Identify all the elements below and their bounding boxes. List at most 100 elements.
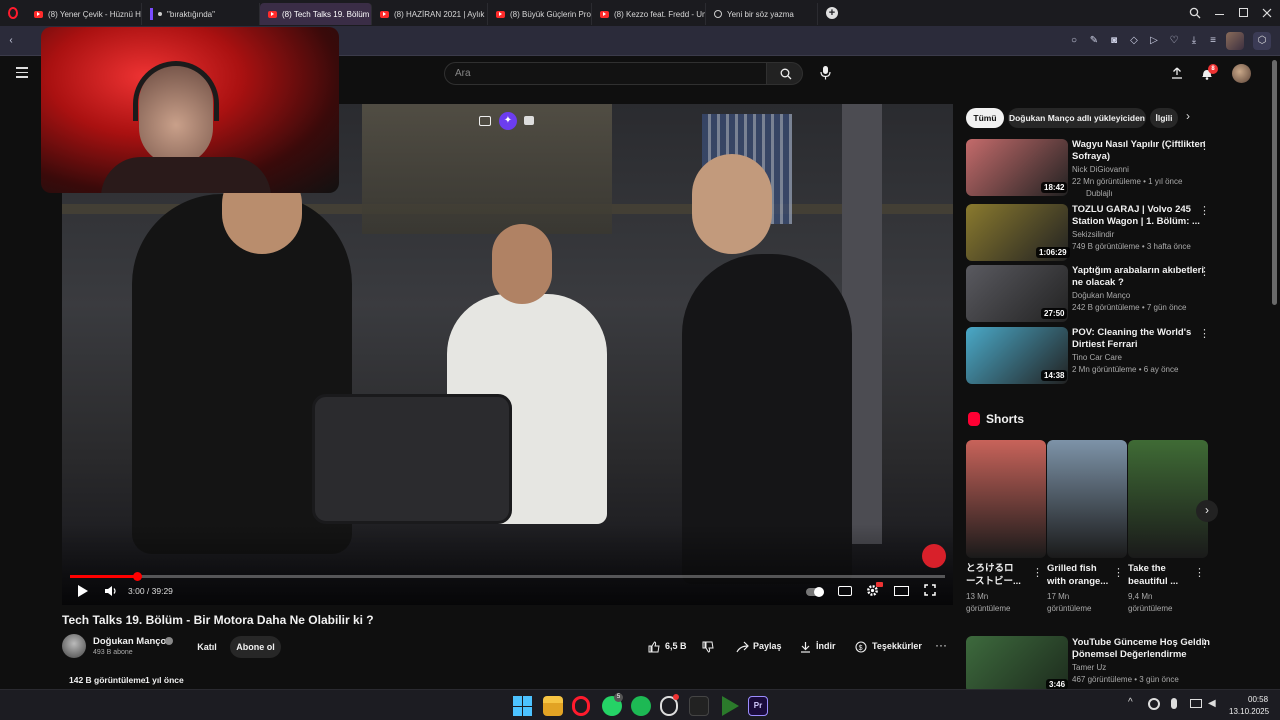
subscribe-button[interactable]: Abone ol: [230, 636, 281, 658]
theater-mode-icon[interactable]: [894, 586, 909, 596]
close-icon[interactable]: [1262, 8, 1272, 18]
url-field[interactable]: [340, 31, 1040, 51]
channel-name[interactable]: Sekizsilindir: [1072, 230, 1114, 239]
short-card[interactable]: Grilled fish with orange... 17 Mn görünt…: [1047, 440, 1127, 620]
short-title[interactable]: とろけるロ: [966, 563, 1014, 575]
terminal-icon[interactable]: [689, 696, 709, 716]
spotify-icon[interactable]: [631, 696, 651, 716]
channel-avatar[interactable]: [62, 634, 86, 658]
upload-icon[interactable]: [1171, 67, 1183, 79]
like-button[interactable]: 6,5 B: [642, 636, 694, 658]
more-options-icon[interactable]: ⋮: [1199, 329, 1210, 340]
shield-icon[interactable]: ◇: [1128, 35, 1140, 47]
fullscreen-icon[interactable]: [924, 584, 936, 596]
video-title-line2[interactable]: Dönemsel Değerlendirme: [1072, 649, 1187, 661]
search-icon[interactable]: [1189, 7, 1201, 19]
channel-name[interactable]: Doğukan Manço: [93, 636, 166, 647]
minimize-icon[interactable]: [1215, 14, 1224, 15]
tab-yener-cevik[interactable]: (8) Yener Çevik - Hüznü H: [26, 3, 142, 25]
channel-name[interactable]: Nick DiGiovanni: [1072, 165, 1129, 174]
speaker-icon[interactable]: ◀: [1208, 698, 1216, 709]
new-tab-button[interactable]: +: [826, 7, 838, 19]
menu-icon[interactable]: ≡: [1207, 35, 1219, 47]
short-title[interactable]: Take the: [1128, 563, 1166, 575]
search-button[interactable]: [766, 62, 803, 85]
short-title-line2[interactable]: beautiful ...: [1128, 576, 1178, 588]
heart-icon[interactable]: ♡: [1168, 35, 1180, 47]
thumbs-down-icon[interactable]: [702, 641, 714, 653]
hamburger-menu-icon[interactable]: [16, 67, 28, 78]
microphone-tray-icon[interactable]: [1171, 698, 1177, 709]
more-options-icon[interactable]: ⋮: [1032, 568, 1043, 579]
profile-avatar[interactable]: [1226, 32, 1244, 50]
back-icon[interactable]: ‹: [5, 35, 17, 47]
search-input[interactable]: Ara: [444, 62, 767, 85]
short-card[interactable]: Take the beautiful ... 9,4 Mn görüntülem…: [1128, 440, 1208, 620]
more-options-icon[interactable]: ⋮: [1199, 141, 1210, 152]
tray-chevron-icon[interactable]: ^: [1128, 697, 1133, 708]
tab-buyuk-gucler[interactable]: (8) Büyük Güçlerin Propag: [488, 3, 592, 25]
miniplayer-button[interactable]: [479, 116, 491, 126]
list-item[interactable]: 27:50 Yaptığım arabaların akıbetleri ne …: [966, 265, 1211, 322]
chip-next-icon[interactable]: ›: [1186, 109, 1190, 123]
short-title-line2[interactable]: ーストビー...: [966, 576, 1021, 588]
video-title-line2[interactable]: Dirtiest Ferrari: [1072, 339, 1137, 351]
short-thumbnail[interactable]: [966, 440, 1046, 558]
tab-biraktiginda[interactable]: "bıraktığında": [142, 3, 260, 25]
media-player-icon[interactable]: [722, 696, 739, 716]
extension-icon[interactable]: ⬡: [1253, 32, 1271, 50]
more-options-icon[interactable]: ⋮: [1199, 206, 1210, 217]
list-item[interactable]: 3:46 YouTube Günceme Hoş Geldin | Dönems…: [966, 636, 1211, 689]
progress-track[interactable]: [70, 575, 945, 578]
tab-haziran-2021[interactable]: (8) HAZİRAN 2021 | Aylık: [372, 3, 488, 25]
lens-icon[interactable]: ○: [1068, 35, 1080, 47]
clock-date[interactable]: 13.10.2025: [1229, 707, 1269, 716]
user-avatar[interactable]: [1232, 64, 1251, 83]
tab-yeni-soz[interactable]: Yeni bir söz yazma: [706, 3, 818, 25]
play-icon[interactable]: [77, 585, 88, 597]
video-title[interactable]: Wagyu Nasıl Yapılır (Çiftlikten: [1072, 139, 1206, 151]
join-button[interactable]: Katıl: [186, 636, 228, 658]
more-options-icon[interactable]: ⋮: [1199, 639, 1210, 650]
start-button[interactable]: [513, 696, 533, 716]
tab-tech-talks[interactable]: (8) Tech Talks 19. Bölüm: [260, 3, 372, 25]
camera-icon[interactable]: ◙: [1108, 35, 1120, 47]
short-title-line2[interactable]: with orange...: [1047, 576, 1108, 588]
clock-time[interactable]: 00:58: [1248, 695, 1268, 704]
share-button[interactable]: Paylaş: [736, 636, 784, 658]
thanks-button[interactable]: $ Teşekkürler: [855, 636, 922, 658]
more-options-icon[interactable]: ⋮: [1113, 568, 1124, 579]
video-title[interactable]: Yaptığım arabaların akıbetleri: [1072, 265, 1204, 277]
channel-name[interactable]: Tamer Uz: [1072, 663, 1106, 672]
microphone-icon[interactable]: [820, 66, 831, 80]
short-thumbnail[interactable]: [1047, 440, 1127, 558]
channel-name[interactable]: Doğukan Manço: [1072, 291, 1130, 300]
list-item[interactable]: 14:38 POV: Cleaning the World's Dirtiest…: [966, 327, 1211, 384]
premiere-pro-icon[interactable]: Pr: [748, 696, 768, 716]
short-card[interactable]: とろけるロ ーストビー... 13 Mn görüntüleme ⋮: [966, 440, 1046, 620]
video-title-line2[interactable]: ne olacak ?: [1072, 277, 1124, 289]
autoplay-toggle[interactable]: [806, 587, 824, 597]
video-title[interactable]: TOZLU GARAJ | Volvo 245: [1072, 204, 1191, 216]
opera-logo-icon[interactable]: [0, 2, 26, 24]
list-item[interactable]: 1:06:29 TOZLU GARAJ | Volvo 245 Station …: [966, 204, 1211, 261]
file-explorer-icon[interactable]: [543, 696, 563, 716]
more-options-icon[interactable]: ⋮: [1199, 267, 1210, 278]
ai-assist-button[interactable]: ✦: [499, 112, 517, 130]
subtitles-icon[interactable]: [838, 586, 852, 596]
list-item[interactable]: 18:42 Wagyu Nasıl Yapılır (Çiftlikten So…: [966, 139, 1211, 198]
camera-overlay-icon[interactable]: [524, 116, 534, 125]
page-scrollbar[interactable]: [1272, 60, 1277, 305]
tab-kezzo[interactable]: (8) Kezzo feat. Fredd - Um: [592, 3, 706, 25]
chip-all[interactable]: Tümü: [966, 108, 1004, 128]
edit-icon[interactable]: ✎: [1088, 35, 1100, 47]
video-title-line2[interactable]: Station Wagon | 1. Bölüm: ...: [1072, 216, 1200, 228]
download-button[interactable]: İndir: [800, 636, 840, 658]
play-icon[interactable]: ▷: [1148, 35, 1160, 47]
more-options-icon[interactable]: ⋮: [1194, 568, 1205, 579]
short-title[interactable]: Grilled fish: [1047, 563, 1097, 575]
shorts-next-button[interactable]: ›: [1196, 500, 1218, 522]
tray-app-icon[interactable]: [1148, 698, 1160, 710]
chip-related[interactable]: İlgili: [1150, 108, 1178, 128]
chip-uploader[interactable]: Doğukan Manço adlı yükleyiciden: [1008, 108, 1146, 128]
